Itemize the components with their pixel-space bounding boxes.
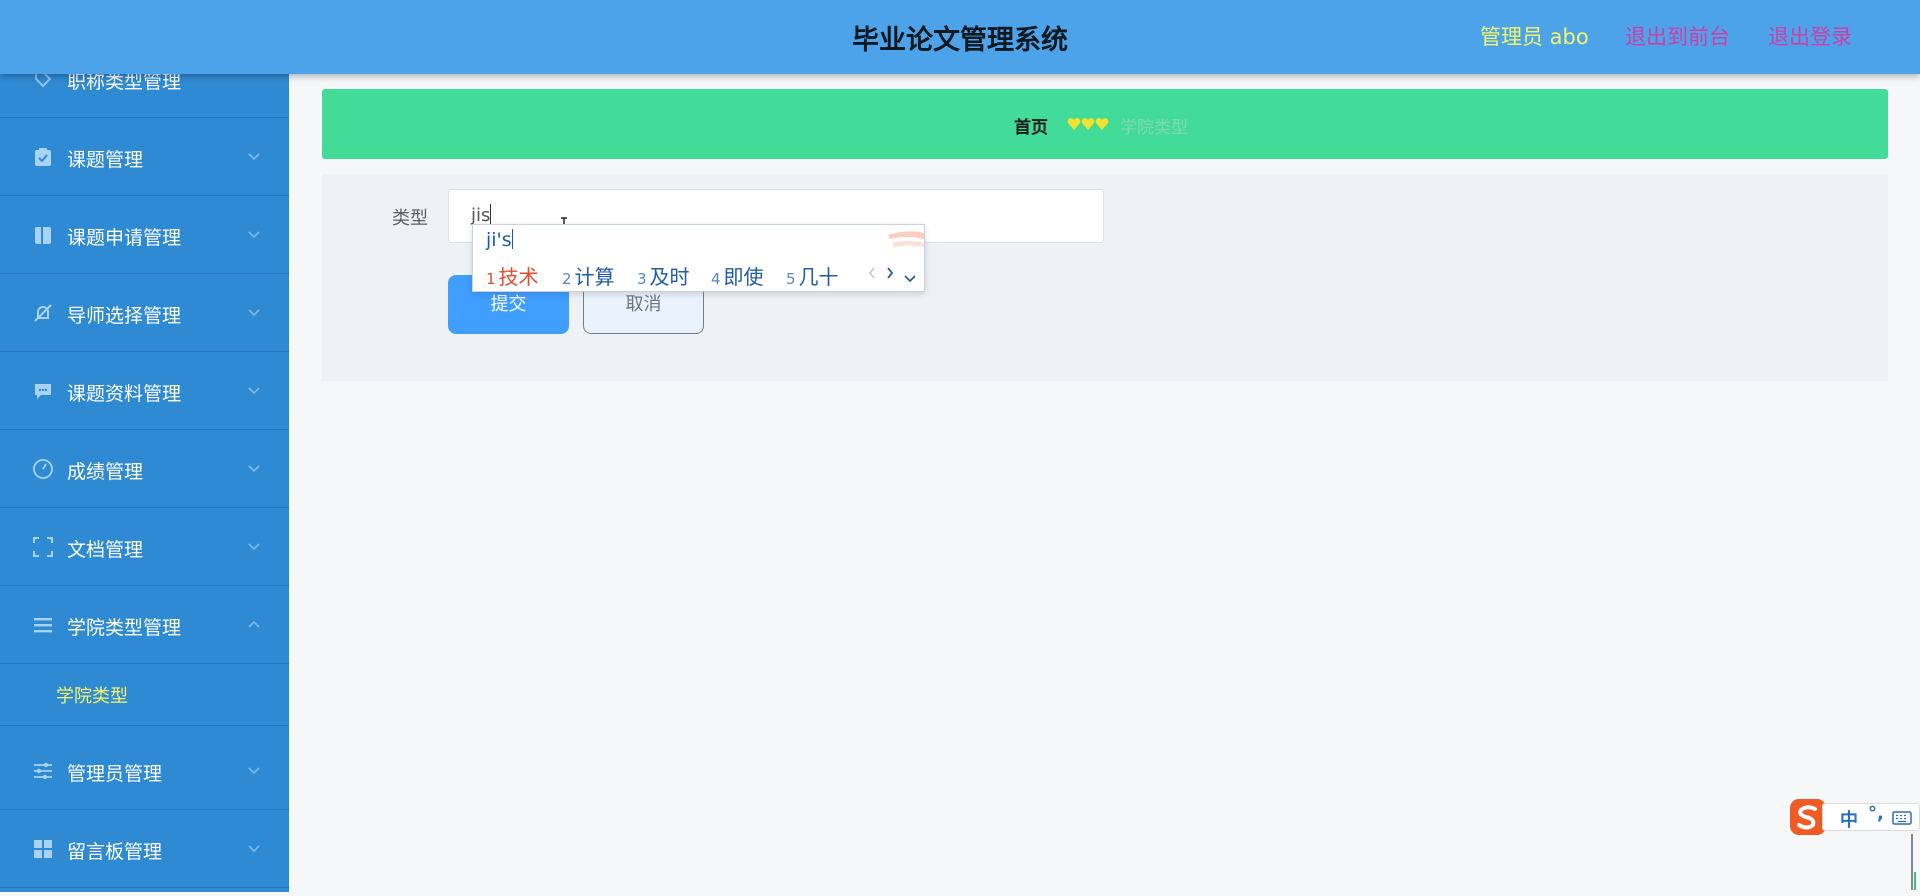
ime-candidate[interactable]: 1 技术 [486, 261, 539, 290]
ime-punctuation-indicator[interactable]: °, [1868, 803, 1884, 824]
grid-icon [32, 838, 54, 860]
sliders-icon [32, 760, 54, 782]
sidebar-item-label: 导师选择管理 [67, 305, 182, 327]
sidebar-item-topic-materials[interactable]: 课题资料管理 [0, 352, 289, 430]
sidebar: 职称类型管理 课题管理 课题申请管理 导师选择管理 课题资料管理 成绩管理 文档… [0, 0, 289, 892]
menu-icon [32, 614, 54, 636]
sidebar-item-topic-apply[interactable]: 课题申请管理 [0, 196, 289, 274]
sidebar-item-label: 课题资料管理 [67, 383, 182, 405]
admin-user-label: 管理员 abo [1480, 25, 1589, 49]
ime-candidate[interactable]: 5 几十 [786, 261, 839, 290]
frame-icon [32, 536, 54, 558]
sidebar-item-label: 学院类型管理 [67, 617, 182, 639]
ime-candidate[interactable]: 3 及时 [637, 261, 690, 290]
edge-scroll-indicator [1910, 832, 1918, 892]
chevron-up-icon [246, 616, 262, 628]
ime-prev-page-icon[interactable] [867, 265, 877, 285]
sidebar-item-label: 课题申请管理 [67, 227, 182, 249]
keyboard-icon[interactable] [1892, 810, 1912, 825]
sidebar-item-label: 留言板管理 [67, 841, 163, 863]
exit-to-front-link[interactable]: 退出到前台 [1625, 21, 1730, 51]
text-caret [490, 204, 492, 224]
chevron-down-icon [246, 840, 262, 853]
bell-off-icon [32, 302, 54, 324]
ime-expand-icon[interactable] [903, 269, 917, 288]
sidebar-item-admins[interactable]: 管理员管理 [0, 732, 289, 810]
logout-link[interactable]: 退出登录 [1768, 21, 1852, 51]
sidebar-item-college-type[interactable]: 学院类型管理 [0, 586, 289, 664]
top-header: 毕业论文管理系统 管理员 abo 退出到前台 退出登录 [0, 0, 1920, 74]
breadcrumb-current: 学院类型 [1120, 118, 1188, 138]
submenu-item-label: 学院类型 [56, 686, 128, 707]
ime-skin-decoration-icon [878, 227, 924, 257]
gauge-icon [32, 458, 54, 480]
chevron-down-icon [246, 148, 262, 161]
sidebar-item-message-board[interactable]: 留言板管理 [0, 810, 289, 888]
heart-separator-icon [1067, 116, 1109, 130]
type-label: 类型 [392, 208, 428, 229]
type-input-value: jis [471, 205, 491, 226]
sidebar-item-label: 成绩管理 [67, 461, 144, 483]
submenu-item-college-type[interactable]: 学院类型 [0, 664, 289, 726]
ime-pinyin-composition: ji's [486, 229, 513, 251]
ime-candidate-popup: ji's 1 技术 2 计算 3 及时 4 即使 5 几十 [472, 224, 925, 292]
breadcrumb: 首页 学院类型 [322, 89, 1888, 159]
chevron-down-icon [246, 382, 262, 395]
sidebar-item-documents[interactable]: 文档管理 [0, 508, 289, 586]
chevron-down-icon [246, 762, 262, 775]
sidebar-item-grades[interactable]: 成绩管理 [0, 430, 289, 508]
chevron-down-icon [246, 226, 262, 239]
book-icon [32, 224, 54, 246]
sidebar-item-advisor-select[interactable]: 导师选择管理 [0, 274, 289, 352]
ime-candidate[interactable]: 2 计算 [562, 261, 615, 290]
ime-mode-indicator[interactable]: 中 [1840, 806, 1858, 832]
sidebar-item-label: 课题管理 [67, 149, 144, 171]
chevron-down-icon [246, 460, 262, 473]
ime-next-page-icon[interactable] [885, 265, 895, 285]
chevron-down-icon [246, 538, 262, 551]
breadcrumb-home[interactable]: 首页 [1014, 113, 1048, 138]
chevron-down-icon [246, 304, 262, 317]
chat-icon [32, 380, 54, 402]
sidebar-item-topics[interactable]: 课题管理 [0, 118, 289, 196]
sidebar-item-label: 管理员管理 [67, 763, 163, 785]
ime-candidate[interactable]: 4 即使 [711, 261, 764, 290]
clipboard-icon [32, 146, 54, 168]
sidebar-item-label: 文档管理 [67, 539, 144, 561]
ime-status-bar[interactable]: 中 °, [1788, 797, 1920, 837]
